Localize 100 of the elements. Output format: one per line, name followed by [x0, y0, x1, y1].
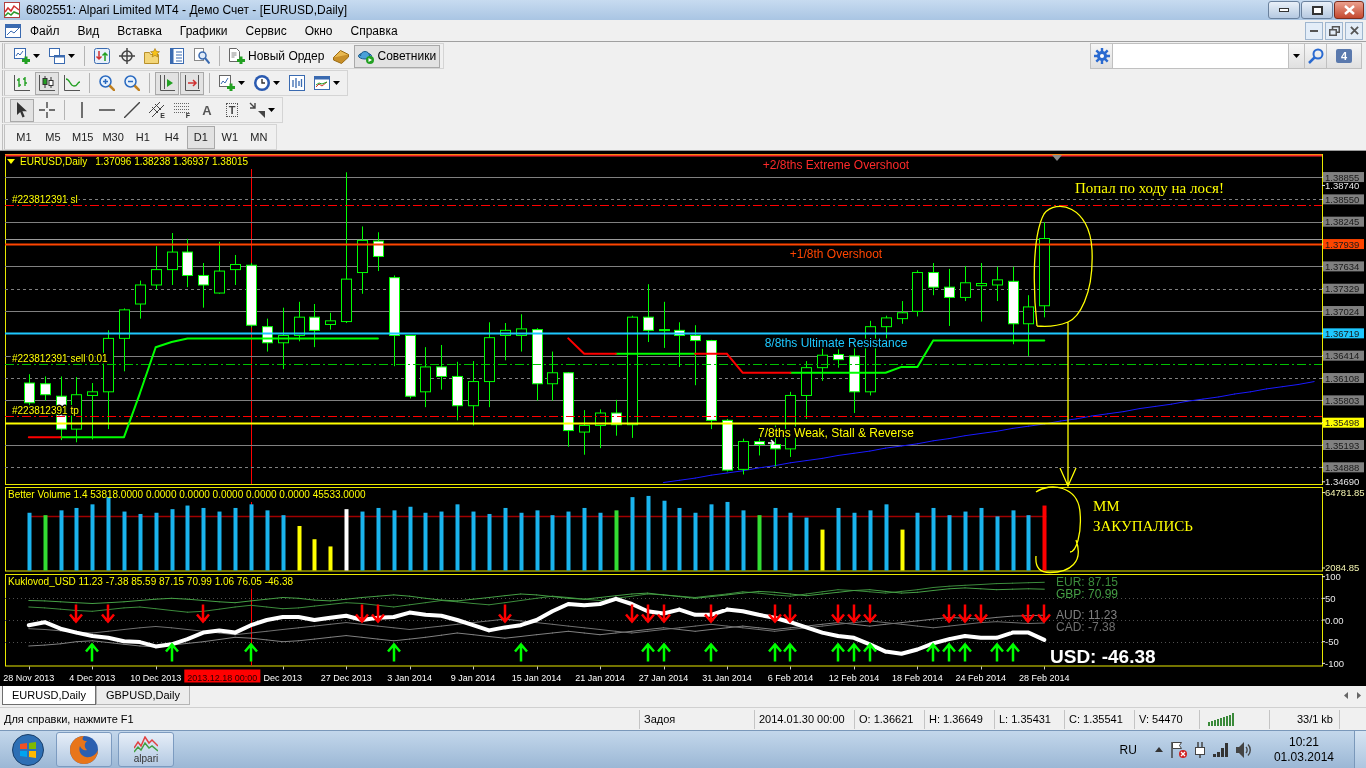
period-button[interactable]: MN — [244, 125, 273, 149]
messages-button[interactable]: 4 — [1327, 44, 1361, 68]
down-arrow-icon — [354, 603, 370, 624]
caret-icon — [1293, 54, 1300, 58]
clock-date[interactable]: 01.03.2014 — [1273, 749, 1334, 765]
settings-button[interactable] — [1091, 44, 1113, 68]
menu-item[interactable]: Файл — [21, 20, 69, 41]
up-arrow-icon — [703, 642, 719, 663]
period-button[interactable]: M5 — [39, 125, 67, 149]
down-arrow-icon — [1020, 603, 1036, 624]
candlestick — [833, 348, 844, 369]
menu-item[interactable]: Окно — [295, 20, 342, 41]
date-label: 28 Nov 2013 — [3, 672, 55, 683]
flag-x-icon[interactable] — [1170, 741, 1187, 758]
speaker-icon[interactable] — [1235, 741, 1252, 758]
chart-tab[interactable]: GBPUSD,Daily — [95, 686, 190, 705]
down-arrow-icon — [1036, 603, 1052, 624]
candlestick — [420, 346, 431, 408]
period-button[interactable]: H1 — [128, 125, 157, 149]
traffic-text: 33/1 kb — [1270, 709, 1340, 729]
search-field[interactable] — [1113, 44, 1289, 68]
up-arrow-icon — [640, 642, 656, 663]
price-tag: 1.36414 — [1323, 350, 1364, 362]
period-button[interactable]: M1 — [10, 125, 38, 149]
date-label: 6 Feb 2014 — [767, 672, 814, 683]
cursor-button[interactable] — [10, 98, 34, 122]
price-tag: 1.37329 — [1323, 283, 1364, 295]
minimize-button[interactable] — [1268, 1, 1300, 19]
minimize-icon — [1279, 8, 1289, 12]
search-icon — [1307, 48, 1324, 64]
period-button[interactable]: W1 — [215, 125, 244, 149]
chart-plus-icon — [14, 48, 30, 64]
text-label-button[interactable]: T — [220, 98, 244, 122]
template-icon — [314, 75, 330, 91]
period-button[interactable]: H4 — [157, 125, 186, 149]
period-button[interactable]: D1 — [186, 125, 215, 149]
dropdown-button[interactable] — [1289, 44, 1305, 68]
down-arrow-icon — [624, 603, 640, 624]
clock-time[interactable]: 10:21 — [1288, 734, 1319, 750]
candlestick — [468, 360, 479, 426]
shift-marker-icon — [1052, 155, 1062, 161]
candlestick — [912, 269, 923, 317]
price-tag: 1.35803 — [1323, 394, 1364, 406]
candlestick — [198, 262, 209, 309]
date-label: 31 Jan 2014 — [702, 672, 752, 683]
candlestick — [262, 318, 273, 353]
menu-item[interactable]: Вставка — [108, 20, 171, 41]
candlestick — [881, 315, 892, 339]
line-label: AUD: 11.23 — [1056, 608, 1118, 623]
plug-icon[interactable] — [1194, 741, 1205, 758]
price-tag: 1.35193 — [1323, 439, 1364, 451]
menu-item[interactable]: Графики — [170, 20, 237, 41]
candlestick — [373, 231, 384, 272]
level-label: +1/8th Overshoot — [789, 246, 883, 261]
menu-item[interactable]: Сервис — [236, 20, 296, 41]
down-arrow-icon — [68, 603, 84, 624]
price-tag: 1.36719 — [1323, 327, 1364, 339]
date-label: 12 Feb 2014 — [828, 672, 880, 683]
candlestick — [214, 241, 225, 295]
line-label: CAD: -7.38 — [1056, 620, 1116, 635]
close-price: C: 1.35541 — [1065, 709, 1135, 729]
down-arrow-icon — [862, 603, 878, 624]
up-arrow-icon — [957, 642, 973, 663]
up-arrow-icon — [1005, 642, 1021, 663]
text-button[interactable]: A — [195, 98, 219, 122]
menu-item[interactable]: Справка — [341, 20, 407, 41]
down-arrow-icon — [846, 603, 862, 624]
down-arrow-icon — [640, 603, 656, 624]
chart-tab[interactable]: EURUSD,Daily — [2, 686, 96, 705]
minimize-button[interactable] — [1305, 21, 1323, 40]
new-order-button[interactable]: Новый Ордер — [225, 44, 329, 68]
date-label: 28 Feb 2014 — [1019, 672, 1070, 683]
date-label: 21 Jan 2014 — [575, 672, 625, 683]
close-button[interactable] — [1334, 1, 1364, 19]
menu-item[interactable]: Вид — [68, 20, 109, 41]
period-button[interactable]: M15 — [68, 125, 98, 149]
candlestick — [690, 324, 701, 386]
price-tag: 1.35498 — [1323, 417, 1364, 429]
language-indicator[interactable]: RU — [1119, 742, 1137, 757]
taskbar-button[interactable]: alpari — [118, 732, 174, 767]
window-title: 6802551: Alpari Limited MT4 - Демо Счет - [EURUSD,Daily] — [26, 3, 348, 17]
profile-name: Задоя — [640, 709, 755, 729]
search-button[interactable] — [1305, 44, 1327, 68]
candlestick — [294, 301, 305, 342]
maximize-button[interactable] — [1301, 1, 1333, 19]
date-label: 18 Feb 2014 — [892, 672, 943, 683]
taskbar-button[interactable] — [56, 732, 112, 767]
candlestick — [230, 254, 241, 286]
period-button[interactable]: M30 — [98, 125, 128, 149]
chart-app-icon — [4, 2, 20, 18]
signal-bars-icon[interactable] — [1212, 742, 1228, 757]
up-triangle-icon[interactable] — [1154, 747, 1163, 752]
candlestick — [738, 438, 749, 475]
restore-button[interactable] — [1325, 21, 1343, 40]
axis-label: -100 — [1325, 657, 1344, 669]
start-orb-icon — [12, 733, 44, 766]
experts-button[interactable]: Советники — [354, 44, 441, 68]
down-arrow-icon — [957, 603, 973, 624]
candlestick — [611, 399, 622, 437]
close-button[interactable] — [1345, 21, 1363, 40]
